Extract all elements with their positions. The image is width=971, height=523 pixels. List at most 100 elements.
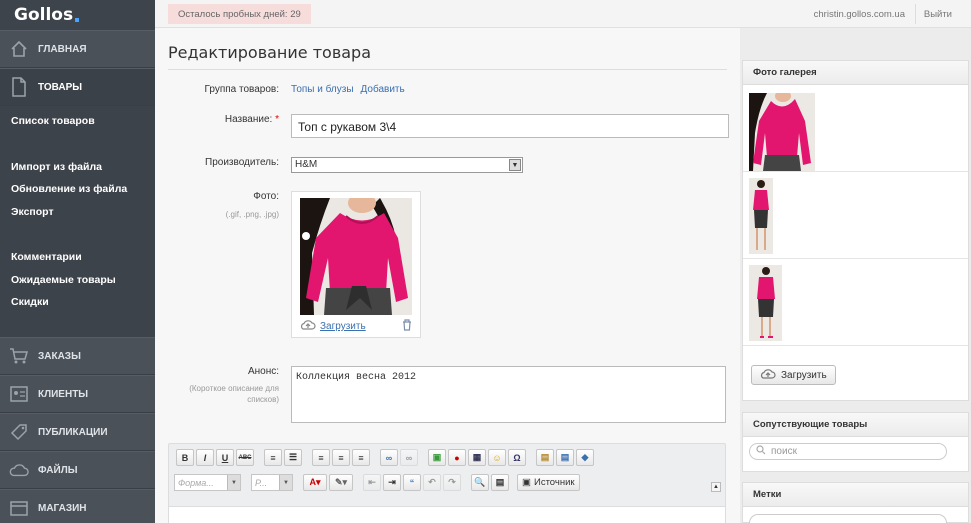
format-combo[interactable]: Форма... ▼ [174,474,241,491]
gallery-upload-button[interactable]: Загрузить [751,365,836,385]
blockquote-icon[interactable]: “ [403,474,421,491]
nav-home-label: ГЛАВНАЯ [38,43,87,55]
gallery-item[interactable] [743,85,968,172]
group-add-link[interactable]: Добавить [361,84,405,95]
announce-hint: (Короткое описание для списков) [189,384,279,404]
gallery-item[interactable] [743,259,968,346]
document-icon [9,77,29,97]
source-button[interactable]: ▣ Источник [517,474,580,491]
text-color-icon[interactable]: A▾ [303,474,327,491]
logo[interactable]: Gollos [0,0,155,30]
redo-icon: ↷ [443,474,461,491]
size-combo[interactable]: Р... ▼ [251,474,293,491]
chevron-down-icon: ▼ [227,475,240,490]
gallery-thumb-2[interactable] [749,178,773,254]
align-right-icon[interactable]: ≡ [352,449,370,466]
flash-icon[interactable]: ● [448,449,466,466]
submenu-product-list[interactable]: Список товаров [0,110,155,133]
announce-textarea[interactable]: Коллекция весна 2012 [291,366,726,423]
align-left-icon[interactable]: ≡ [312,449,330,466]
source-button-label: Источник [533,477,575,488]
name-input[interactable]: Топ с рукавом 3\4 [291,114,729,138]
unlink-icon: ∞ [400,449,418,466]
paste-icon[interactable]: ▤ [536,449,554,466]
related-panel: Сопутствующие товары поиск [742,412,969,472]
chevron-down-icon[interactable]: ▼ [509,159,521,171]
related-title: Сопутствующие товары [743,413,968,437]
nav-orders-label: ЗАКАЗЫ [38,350,81,362]
nav-products[interactable]: ТОВАРЫ [0,68,155,106]
align-center-icon[interactable]: ≡ [332,449,350,466]
maker-select[interactable]: H&M ▼ [291,157,523,173]
tags-title: Метки [743,483,968,507]
group-label: Группа товаров: [204,84,279,95]
indent-icon[interactable]: ⇥ [383,474,401,491]
topbar-separator [915,4,916,24]
gallery-upload-label: Загрузить [781,369,827,381]
cloud-upload-icon [760,368,776,383]
announce-label: Анонс: [247,366,279,377]
table-icon[interactable]: ▦ [468,449,486,466]
logo-dot [75,17,80,22]
nav-files[interactable]: ФАЙЛЫ [0,451,155,489]
related-search-input[interactable]: поиск [749,443,947,460]
special-char-icon[interactable]: Ω [508,449,526,466]
nav-publications[interactable]: ПУБЛИКАЦИИ [0,413,155,451]
submenu-discounts[interactable]: Скидки [0,291,155,314]
link-icon[interactable]: ∞ [380,449,398,466]
products-submenu: Список товаров Импорт из файла Обновлени… [0,106,155,337]
bullet-list-icon[interactable]: ☰ [284,449,302,466]
preview-icon[interactable]: 🔍 [471,474,489,491]
user-site-link[interactable]: christin.gollos.com.ua [814,9,905,20]
italic-button[interactable]: I [196,449,214,466]
submenu-update[interactable]: Обновление из файла [0,178,155,201]
ordered-list-icon[interactable]: ≡ [264,449,282,466]
paste-word-icon[interactable]: ▤ [556,449,574,466]
editor-toolbar-row-1: B I U ABC ≡ ☰ ≡ ≡ ≡ ∞ ∞ ▣ ● ▦ ☺ Ω ▤ ▤ ◆ [176,449,594,468]
image-icon[interactable]: ▣ [428,449,446,466]
eraser-icon[interactable]: ◆ [576,449,594,466]
collapse-toolbar-icon[interactable]: ▲ [711,482,721,492]
submenu-expected[interactable]: Ожидаемые товары [0,269,155,292]
editor-body[interactable] [169,506,725,523]
gallery-panel: Фото галерея Загрузить [742,60,969,401]
trash-icon[interactable] [402,319,412,334]
maker-select-value: H&M [295,159,318,170]
title-divider [168,69,727,70]
tag-icon [9,422,29,442]
upload-link[interactable]: Загрузить [320,321,366,332]
submenu-export[interactable]: Экспорт [0,201,155,224]
photo-hint: (.gif, .png, .jpg) [225,210,279,219]
maker-label: Производитель: [205,157,279,168]
nav-shop-label: МАГАЗИН [38,502,87,514]
nav-home[interactable]: ГЛАВНАЯ [0,30,155,68]
gallery-thumb-3[interactable] [749,265,782,341]
underline-button[interactable]: U [216,449,234,466]
cart-icon [9,346,29,366]
gallery-item[interactable] [743,172,968,259]
nav-shop[interactable]: МАГАЗИН [0,489,155,523]
submenu-comments[interactable]: Комментарии [0,246,155,269]
gallery-title: Фото галерея [743,61,968,85]
gallery-thumb-1[interactable] [749,93,815,171]
bg-color-icon[interactable]: ✎▾ [329,474,353,491]
nav-clients[interactable]: КЛИЕНТЫ [0,375,155,413]
main-content: Редактирование товара Группа товаров: То… [155,28,744,523]
strike-button[interactable]: ABC [236,449,254,466]
nav-files-label: ФАЙЛЫ [38,464,78,476]
search-icon [756,445,766,458]
templates-icon[interactable]: ▤ [491,474,509,491]
bold-button[interactable]: B [176,449,194,466]
cloud-icon [9,460,29,480]
nav-orders[interactable]: ЗАКАЗЫ [0,337,155,375]
tags-input[interactable] [749,514,947,523]
nav-products-label: ТОВАРЫ [38,81,83,93]
smiley-icon[interactable]: ☺ [488,449,506,466]
outdent-icon: ⇤ [363,474,381,491]
group-value-link[interactable]: Топы и блузы [291,84,354,95]
submenu-import[interactable]: Импорт из файла [0,156,155,179]
rich-text-editor: B I U ABC ≡ ☰ ≡ ≡ ≡ ∞ ∞ ▣ ● ▦ ☺ Ω ▤ ▤ ◆ … [168,443,726,523]
logo-text: Gollos [14,5,74,25]
logout-link[interactable]: Выйти [924,9,952,20]
photo-upload[interactable]: Загрузить [300,319,366,334]
